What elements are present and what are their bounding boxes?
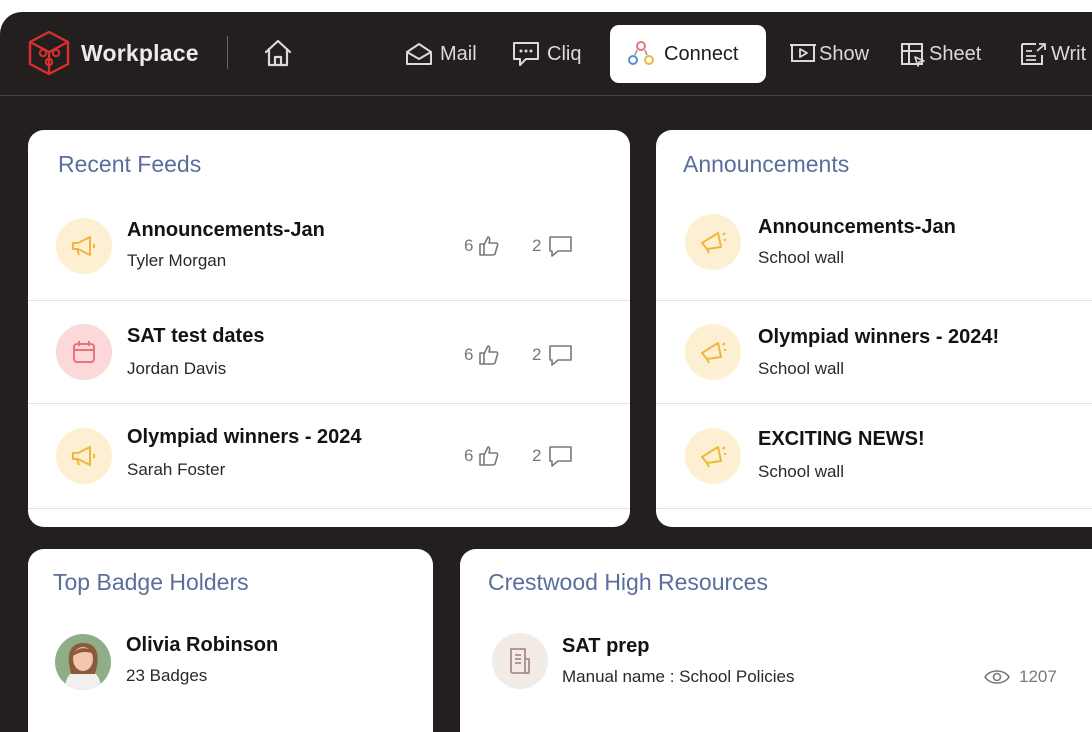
megaphone-icon <box>701 232 726 254</box>
writer-icon <box>1021 43 1046 65</box>
like-count-value: 6 <box>464 345 474 364</box>
comment-count[interactable]: 2 <box>532 444 575 468</box>
megaphone-icon <box>701 342 726 364</box>
top-badge-holders-card: Top Badge Holders Olivia Robinson 23 Bad… <box>28 549 433 732</box>
resources-title: Crestwood High Resources <box>488 569 768 595</box>
announcement-source: School wall <box>758 462 844 481</box>
announcement-title: Olympiad winners - 2024! <box>758 326 1000 348</box>
workplace-logo-icon <box>28 30 70 76</box>
resources-card: Crestwood High Resources SAT prep Manual… <box>460 549 1092 732</box>
brand[interactable]: Workplace <box>26 29 199 77</box>
feed-title: Olympiad winners - 2024 <box>127 426 362 448</box>
spreadsheet-icon <box>901 43 925 67</box>
announcement-item[interactable]: EXCITING NEWS! School wall <box>656 404 1092 508</box>
like-count[interactable]: 6 <box>464 343 501 367</box>
nav-tab-label: Connect <box>664 42 739 65</box>
nav-tab-label: Mail <box>440 42 477 65</box>
brand-divider <box>227 36 228 69</box>
feed-author: Jordan Davis <box>127 359 227 378</box>
like-count-value: 6 <box>464 446 474 465</box>
feed-author: Sarah Foster <box>127 460 226 479</box>
announcement-list-divider <box>656 508 1092 509</box>
nav-tab-connect[interactable]: Connect <box>610 25 766 83</box>
nav-tab-label: Writ <box>1051 42 1087 65</box>
mail-icon <box>406 43 432 65</box>
nav-tab-show[interactable]: Show <box>789 34 869 74</box>
badge-holders-title: Top Badge Holders <box>53 569 249 595</box>
presentation-icon <box>790 44 816 62</box>
document-icon <box>510 648 530 674</box>
comment-count-value: 2 <box>532 236 542 255</box>
like-count[interactable]: 6 <box>464 444 501 468</box>
feed-item[interactable]: Announcements-Jan Tyler Morgan 6 2 <box>28 196 630 301</box>
feed-item[interactable]: SAT test dates Jordan Davis 6 2 <box>28 301 630 404</box>
feed-author: Tyler Morgan <box>127 251 227 270</box>
nav-tab-label: Show <box>819 42 870 65</box>
like-count[interactable]: 6 <box>464 234 501 258</box>
feed-item[interactable]: Olympiad winners - 2024 Sarah Foster 6 2 <box>28 404 630 508</box>
announcement-icon-badge <box>685 214 741 270</box>
thumbs-up-icon <box>479 345 499 365</box>
chat-icon <box>513 42 539 66</box>
announcement-item[interactable]: Announcements-Jan School wall <box>656 196 1092 301</box>
announcement-title: Announcements-Jan <box>758 216 956 238</box>
top-navigation-bar: Workplace Mail Cliq Connect Show Sheet W… <box>0 12 1092 96</box>
announcement-icon-badge <box>685 428 741 484</box>
comment-count[interactable]: 2 <box>532 343 575 367</box>
comment-icon <box>549 345 573 366</box>
app-window: Workplace Mail Cliq Connect Show Sheet W… <box>0 12 1092 732</box>
badge-holder-name: Olivia Robinson <box>126 634 279 656</box>
thumbs-up-icon <box>479 236 499 256</box>
like-count-value: 6 <box>464 236 474 255</box>
resource-manual: Manual name : School Policies <box>562 667 795 686</box>
comment-count-value: 2 <box>532 345 542 364</box>
badge-holder-item[interactable]: Olivia Robinson 23 Badges <box>28 619 433 709</box>
badge-count: 23 Badges <box>126 666 208 685</box>
megaphone-icon <box>701 446 726 468</box>
brand-name: Workplace <box>81 39 199 66</box>
announcements-card: Announcements Announcements-Jan School w… <box>656 130 1092 527</box>
feed-icon-badge <box>56 218 112 274</box>
recent-feeds-card: Recent Feeds Announcements-Jan Tyler Mor… <box>28 130 630 527</box>
eye-icon <box>984 670 1010 684</box>
comment-icon <box>549 446 573 467</box>
view-count: 1207 <box>983 667 1057 687</box>
nav-tab-sheet[interactable]: Sheet <box>899 34 981 74</box>
resource-item[interactable]: SAT prep Manual name : School Policies 1… <box>460 619 1092 709</box>
announcement-item[interactable]: Olympiad winners - 2024! School wall <box>656 301 1092 404</box>
resource-title: SAT prep <box>562 635 650 657</box>
announcement-icon-badge <box>685 324 741 380</box>
nav-tab-cliq[interactable]: Cliq <box>511 34 581 74</box>
feed-list-divider <box>28 508 630 509</box>
resource-icon-badge <box>492 633 548 689</box>
view-count-value: 1207 <box>1019 667 1057 686</box>
calendar-icon <box>73 341 95 363</box>
comment-count[interactable]: 2 <box>532 234 575 258</box>
announcement-title: EXCITING NEWS! <box>758 428 925 450</box>
announcement-source: School wall <box>758 359 844 378</box>
comment-count-value: 2 <box>532 446 542 465</box>
nav-tab-mail[interactable]: Mail <box>404 34 477 74</box>
thumbs-up-icon <box>479 446 499 466</box>
megaphone-icon <box>72 236 95 256</box>
feed-title: Announcements-Jan <box>127 219 325 241</box>
nav-tab-label: Cliq <box>547 42 582 65</box>
recent-feeds-title: Recent Feeds <box>58 151 202 177</box>
nav-tab-writer[interactable]: Writ <box>1019 34 1086 74</box>
announcement-source: School wall <box>758 248 844 267</box>
announcements-title: Announcements <box>683 151 850 177</box>
home-icon[interactable] <box>262 37 294 69</box>
avatar <box>55 634 111 690</box>
connect-icon <box>628 41 654 65</box>
feed-icon-badge <box>56 428 112 484</box>
comment-icon <box>549 236 573 257</box>
feed-title: SAT test dates <box>127 325 265 347</box>
megaphone-icon <box>72 446 95 466</box>
nav-tab-label: Sheet <box>929 42 982 65</box>
feed-icon-badge <box>56 324 112 380</box>
